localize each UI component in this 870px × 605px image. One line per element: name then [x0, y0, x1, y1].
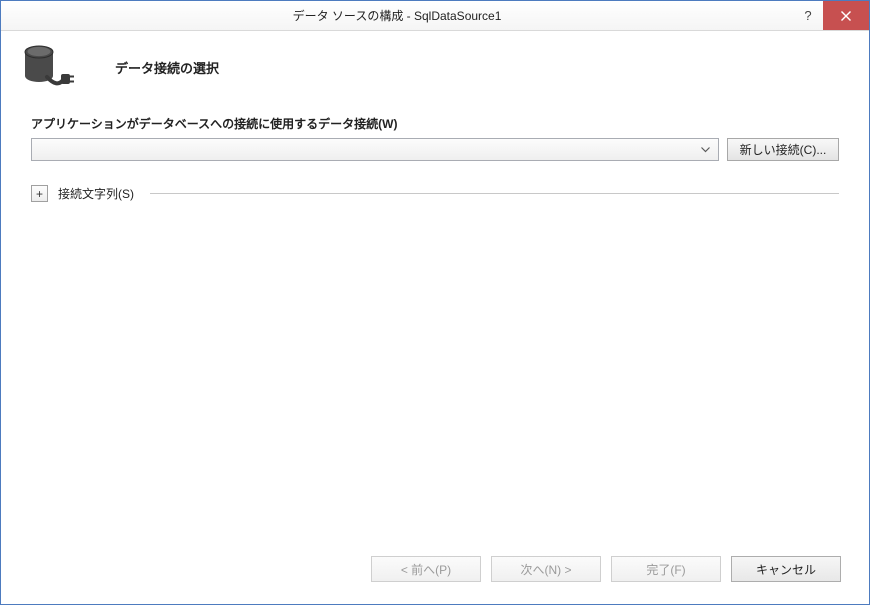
wizard-header: データ接続の選択 — [1, 31, 869, 107]
connection-string-expander: + 接続文字列(S) — [31, 185, 839, 202]
previous-button[interactable]: < 前へ(P) — [371, 556, 481, 582]
database-icon — [23, 43, 83, 91]
new-connection-button[interactable]: 新しい接続(C)... — [727, 138, 839, 161]
expand-toggle-button[interactable]: + — [31, 185, 48, 202]
window-title: データ ソースの構成 - SqlDataSource1 — [1, 1, 793, 30]
next-button[interactable]: 次へ(N) > — [491, 556, 601, 582]
titlebar: データ ソースの構成 - SqlDataSource1 ? — [1, 1, 869, 31]
cancel-button[interactable]: キャンセル — [731, 556, 841, 582]
connection-dropdown[interactable] — [31, 138, 719, 161]
close-button[interactable] — [823, 1, 869, 30]
wizard-window: データ ソースの構成 - SqlDataSource1 ? — [0, 0, 870, 605]
wizard-content: アプリケーションがデータベースへの接続に使用するデータ接続(W) 新しい接続(C… — [1, 107, 869, 548]
titlebar-buttons: ? — [793, 1, 869, 30]
connection-row: 新しい接続(C)... — [31, 138, 839, 161]
wizard-footer: < 前へ(P) 次へ(N) > 完了(F) キャンセル — [1, 548, 869, 604]
close-icon — [840, 10, 852, 22]
help-button[interactable]: ? — [793, 1, 823, 30]
wizard-step-title: データ接続の選択 — [115, 58, 219, 77]
chevron-down-icon — [697, 139, 714, 160]
connection-field-label: アプリケーションがデータベースへの接続に使用するデータ接続(W) — [31, 115, 839, 132]
connection-string-label: 接続文字列(S) — [58, 185, 140, 202]
finish-button[interactable]: 完了(F) — [611, 556, 721, 582]
separator-line — [150, 193, 839, 194]
